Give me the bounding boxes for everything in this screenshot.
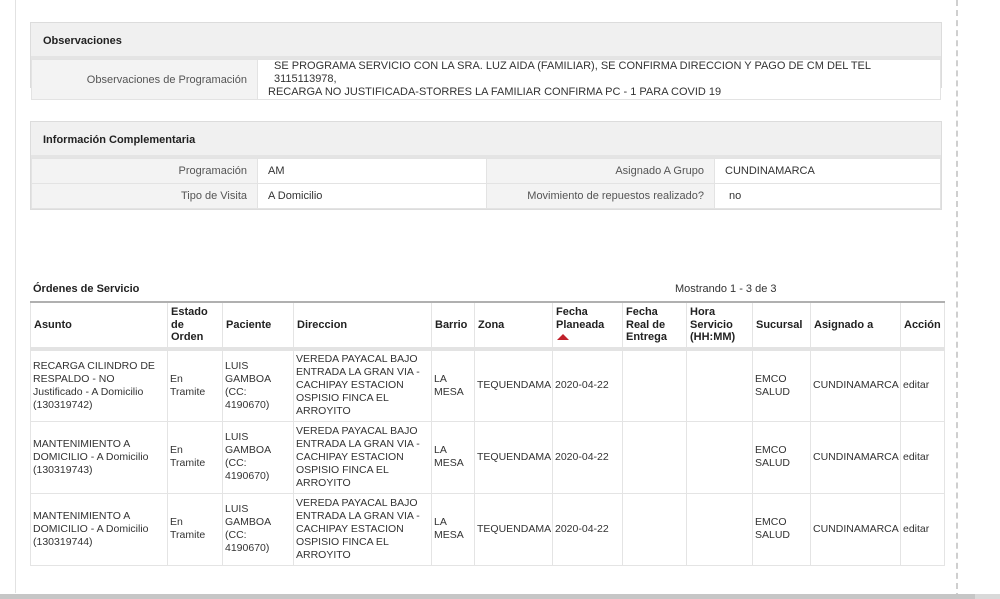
cell-fecha-real xyxy=(622,420,687,494)
observaciones-table: Observaciones de Programación SE PROGRAM… xyxy=(31,59,941,100)
cell-hora xyxy=(686,348,753,422)
col-hora-header[interactable]: Hora Servicio (HH:MM) xyxy=(686,302,753,351)
cell-asignado: CUNDINAMARCA xyxy=(810,348,901,422)
asignado-grupo-value: CUNDINAMARCA xyxy=(714,158,941,184)
col-fecha-planeada-header[interactable]: Fecha Planeada xyxy=(552,302,623,351)
cell-sucursal: EMCO SALUD xyxy=(752,420,811,494)
cell-direccion: VEREDA PAYACAL BAJO ENTRADA LA GRAN VIA … xyxy=(293,420,432,494)
ordenes-count: Mostrando 1 - 3 de 3 xyxy=(675,283,777,295)
observaciones-value-line2: RECARGA NO JUSTIFICADA-STORRES LA FAMILI… xyxy=(268,86,722,98)
col-paciente-header[interactable]: Paciente xyxy=(222,302,294,351)
cell-paciente: LUIS GAMBOA (CC: 4190670) xyxy=(222,492,294,566)
col-sucursal-header[interactable]: Sucursal xyxy=(752,302,811,351)
observaciones-panel: Observaciones Observaciones de Programac… xyxy=(30,22,942,100)
observaciones-label: Observaciones de Programación xyxy=(31,59,258,100)
observaciones-title: Observaciones xyxy=(31,23,941,59)
observaciones-value-line1: SE PROGRAMA SERVICIO CON LA SRA. LUZ AID… xyxy=(274,60,871,85)
frame-left-border xyxy=(15,0,16,593)
ordenes-header-row: Asunto Estado de Orden Paciente Direccio… xyxy=(30,302,945,351)
info-row-2: Tipo de Visita A Domicilio Movimiento de… xyxy=(31,183,941,209)
cell-fecha-planeada: 2020-04-22 xyxy=(552,420,623,494)
asignado-grupo-label: Asignado A Grupo xyxy=(486,158,715,184)
cell-estado: En Tramite xyxy=(167,492,223,566)
col-fecha-planeada-label: Fecha Planeada xyxy=(556,306,605,331)
movimiento-repuestos-label: Movimiento de repuestos realizado? xyxy=(486,183,715,209)
cell-paciente: LUIS GAMBOA (CC: 4190670) xyxy=(222,348,294,422)
cell-fecha-planeada: 2020-04-22 xyxy=(552,492,623,566)
table-row: RECARGA CILINDRO DE RESPALDO - NO Justif… xyxy=(30,348,945,422)
col-estado-header[interactable]: Estado de Orden xyxy=(167,302,223,351)
col-zona-header[interactable]: Zona xyxy=(474,302,553,351)
cell-accion: editar xyxy=(900,492,945,566)
col-fecha-real-header[interactable]: Fecha Real de Entrega xyxy=(622,302,687,351)
cell-paciente: LUIS GAMBOA (CC: 4190670) xyxy=(222,420,294,494)
cell-direccion: VEREDA PAYACAL BAJO ENTRADA LA GRAN VIA … xyxy=(293,492,432,566)
ordenes-table: Asunto Estado de Orden Paciente Direccio… xyxy=(30,301,945,566)
cell-zona: TEQUENDAMA xyxy=(474,348,553,422)
editar-link[interactable]: editar xyxy=(903,379,929,391)
table-row: MANTENIMIENTO A DOMICILIO - A Domicilio … xyxy=(30,420,945,494)
tipo-visita-value: A Domicilio xyxy=(257,183,487,209)
cell-estado: En Tramite xyxy=(167,420,223,494)
cell-asignado: CUNDINAMARCA xyxy=(810,420,901,494)
cell-barrio: LA MESA xyxy=(431,492,475,566)
editar-link[interactable]: editar xyxy=(903,523,929,535)
col-asunto-header[interactable]: Asunto xyxy=(30,302,168,351)
col-accion-header: Acción xyxy=(900,302,945,351)
cell-hora xyxy=(686,420,753,494)
horizontal-scrollbar-thumb[interactable] xyxy=(0,594,975,599)
tipo-visita-label: Tipo de Visita xyxy=(31,183,258,209)
info-complementaria-panel: Información Complementaria Programación … xyxy=(30,121,942,210)
cell-accion: editar xyxy=(900,348,945,422)
cell-barrio: LA MESA xyxy=(431,420,475,494)
movimiento-repuestos-value: no xyxy=(714,183,941,209)
cell-fecha-real xyxy=(622,492,687,566)
cell-direccion: VEREDA PAYACAL BAJO ENTRADA LA GRAN VIA … xyxy=(293,348,432,422)
editar-link[interactable]: editar xyxy=(903,451,929,463)
sort-ascending-icon[interactable] xyxy=(557,334,569,341)
cell-accion: editar xyxy=(900,420,945,494)
cell-fecha-real xyxy=(622,348,687,422)
table-row: MANTENIMIENTO A DOMICILIO - A Domicilio … xyxy=(30,492,945,566)
ordenes-title: Órdenes de Servicio xyxy=(33,283,140,295)
col-asignado-header[interactable]: Asignado a xyxy=(810,302,901,351)
cell-estado: En Tramite xyxy=(167,348,223,422)
cell-sucursal: EMCO SALUD xyxy=(752,348,811,422)
cell-zona: TEQUENDAMA xyxy=(474,420,553,494)
cell-asignado: CUNDINAMARCA xyxy=(810,492,901,566)
cell-asunto: MANTENIMIENTO A DOMICILIO - A Domicilio … xyxy=(30,420,168,494)
cell-fecha-planeada: 2020-04-22 xyxy=(552,348,623,422)
ordenes-table-wrapper: Asunto Estado de Orden Paciente Direccio… xyxy=(30,301,945,566)
horizontal-scrollbar[interactable] xyxy=(0,594,1000,599)
info-row-1: Programación AM Asignado A Grupo CUNDINA… xyxy=(31,158,941,184)
cell-asunto: RECARGA CILINDRO DE RESPALDO - NO Justif… xyxy=(30,348,168,422)
frame-right-dashed-border xyxy=(956,0,958,599)
programacion-label: Programación xyxy=(31,158,258,184)
info-complementaria-title: Información Complementaria xyxy=(31,122,941,158)
programacion-value: AM xyxy=(257,158,487,184)
cell-barrio: LA MESA xyxy=(431,348,475,422)
col-direccion-header[interactable]: Direccion xyxy=(293,302,432,351)
cell-asunto: MANTENIMIENTO A DOMICILIO - A Domicilio … xyxy=(30,492,168,566)
cell-hora xyxy=(686,492,753,566)
info-complementaria-table: Programación AM Asignado A Grupo CUNDINA… xyxy=(31,158,941,209)
cell-sucursal: EMCO SALUD xyxy=(752,492,811,566)
cell-zona: TEQUENDAMA xyxy=(474,492,553,566)
observaciones-row: Observaciones de Programación SE PROGRAM… xyxy=(31,59,941,100)
col-barrio-header[interactable]: Barrio xyxy=(431,302,475,351)
observaciones-value: SE PROGRAMA SERVICIO CON LA SRA. LUZ AID… xyxy=(257,59,941,100)
